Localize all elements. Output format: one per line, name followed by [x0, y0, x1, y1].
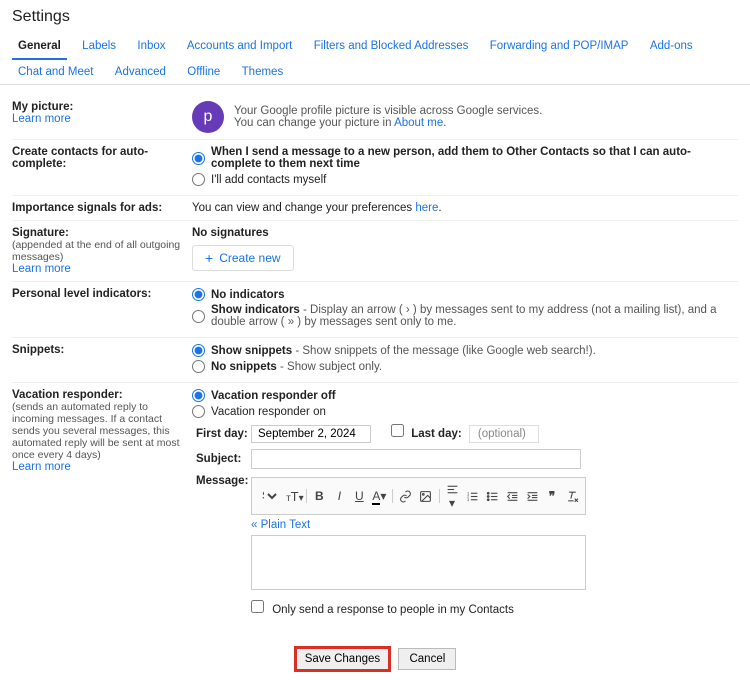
tab-accounts[interactable]: Accounts and Import [181, 34, 298, 58]
vacation-off-text: Vacation responder off [211, 390, 336, 402]
contacts-self-text: I'll add contacts myself [211, 174, 326, 186]
numbered-list-icon[interactable]: 123 [465, 489, 479, 503]
tab-offline[interactable]: Offline [181, 60, 226, 84]
only-contacts-label: Only send a response to people in my Con… [272, 604, 514, 616]
indicators-label: Personal level indicators: [12, 288, 192, 300]
quote-icon[interactable]: ❞ [545, 489, 559, 504]
show-snippets-radio[interactable] [192, 344, 205, 357]
firstday-input[interactable] [251, 425, 371, 443]
bold-icon[interactable]: B [312, 489, 326, 503]
font-size-icon[interactable]: тT▾ [286, 489, 300, 504]
learn-more-link[interactable]: Learn more [12, 263, 192, 275]
subject-input[interactable] [251, 449, 581, 469]
create-new-text: Create new [219, 251, 280, 265]
tab-filters[interactable]: Filters and Blocked Addresses [308, 34, 475, 58]
underline-icon[interactable]: U [352, 489, 366, 503]
page-title: Settings [0, 0, 750, 34]
learn-more-link[interactable]: Learn more [12, 461, 192, 473]
ads-label: Importance signals for ads: [12, 202, 192, 214]
vacation-section: Vacation responder: (sends an automated … [12, 383, 738, 628]
plus-icon: + [205, 251, 213, 265]
no-snippets-text: No snippets - Show subject only. [211, 361, 382, 373]
no-indicators-radio[interactable] [192, 288, 205, 301]
create-contacts-label: Create contacts for auto-complete: [12, 146, 192, 170]
ads-section: Importance signals for ads: You can view… [12, 196, 738, 221]
save-changes-button[interactable]: Save Changes [294, 646, 391, 672]
vacation-on-text: Vacation responder on [211, 406, 326, 418]
learn-more-link[interactable]: Learn more [12, 113, 192, 125]
remove-format-icon[interactable] [565, 489, 579, 503]
editor-toolbar: Sans Serif тT▾ B I U A▾ [251, 477, 586, 515]
indent-less-icon[interactable] [505, 489, 519, 503]
signature-label: Signature: [12, 227, 192, 239]
only-contacts-checkbox[interactable] [251, 600, 264, 613]
about-me-link[interactable]: About me [394, 117, 443, 129]
no-snippets-radio[interactable] [192, 360, 205, 373]
link-icon[interactable] [399, 489, 413, 503]
contacts-auto-radio[interactable] [192, 152, 205, 165]
tab-addons[interactable]: Add-ons [644, 34, 699, 58]
contacts-self-radio[interactable] [192, 173, 205, 186]
firstday-label: First day: [196, 428, 251, 440]
vacation-on-radio[interactable] [192, 405, 205, 418]
no-signatures-text: No signatures [192, 227, 738, 239]
message-label: Message: [196, 475, 251, 487]
snippets-label: Snippets: [12, 344, 192, 356]
avatar: p [192, 101, 224, 133]
tab-advanced[interactable]: Advanced [109, 60, 172, 84]
no-indicators-text: No indicators [211, 289, 284, 301]
tab-inbox[interactable]: Inbox [131, 34, 171, 58]
signature-section: Signature: (appended at the end of all o… [12, 221, 738, 282]
create-contacts-section: Create contacts for auto-complete: When … [12, 140, 738, 196]
vacation-label: Vacation responder: [12, 389, 192, 401]
message-editor[interactable] [251, 535, 586, 590]
indicators-section: Personal level indicators: No indicators… [12, 282, 738, 338]
create-signature-button[interactable]: + Create new [192, 245, 294, 271]
lastday-optional[interactable]: (optional) [469, 425, 539, 443]
indent-more-icon[interactable] [525, 489, 539, 503]
plain-text-link[interactable]: « Plain Text [251, 519, 586, 531]
show-indicators-text: Show indicators - Display an arrow ( › )… [211, 304, 738, 328]
tab-forwarding[interactable]: Forwarding and POP/IMAP [484, 34, 635, 58]
text-color-icon[interactable]: A▾ [372, 489, 386, 503]
footer: Save Changes Cancel [0, 638, 750, 680]
show-snippets-text: Show snippets - Show snippets of the mes… [211, 345, 596, 357]
my-picture-label: My picture: [12, 101, 192, 113]
contacts-auto-text: When I send a message to a new person, a… [211, 146, 738, 170]
italic-icon[interactable]: I [332, 489, 346, 503]
image-icon[interactable] [419, 489, 433, 503]
align-icon[interactable]: ▾ [445, 482, 459, 510]
svg-text:3: 3 [467, 498, 469, 502]
ads-here-link[interactable]: here [415, 202, 438, 214]
font-select[interactable]: Sans Serif [258, 489, 280, 503]
tab-general[interactable]: General [12, 34, 67, 60]
cancel-button[interactable]: Cancel [398, 648, 456, 670]
ads-text: You can view and change your preferences [192, 202, 415, 214]
tab-labels[interactable]: Labels [76, 34, 122, 58]
subject-label: Subject: [196, 453, 251, 465]
bullet-list-icon[interactable] [485, 489, 499, 503]
tab-chat[interactable]: Chat and Meet [12, 60, 99, 84]
show-indicators-radio[interactable] [192, 310, 205, 323]
tab-themes[interactable]: Themes [236, 60, 290, 84]
my-picture-section: My picture: Learn more p Your Google pro… [12, 95, 738, 140]
vacation-sub: (sends an automated reply to incoming me… [12, 401, 192, 461]
lastday-checkbox[interactable] [391, 424, 404, 437]
vacation-off-radio[interactable] [192, 389, 205, 402]
picture-line1: Your Google profile picture is visible a… [234, 105, 542, 117]
snippets-section: Snippets: Show snippets - Show snippets … [12, 338, 738, 383]
lastday-label: Last day: [411, 428, 462, 440]
picture-line2: You can change your picture in About me. [234, 117, 542, 129]
settings-tabs: General Labels Inbox Accounts and Import… [0, 34, 750, 85]
signature-sub: (appended at the end of all outgoing mes… [12, 239, 192, 263]
